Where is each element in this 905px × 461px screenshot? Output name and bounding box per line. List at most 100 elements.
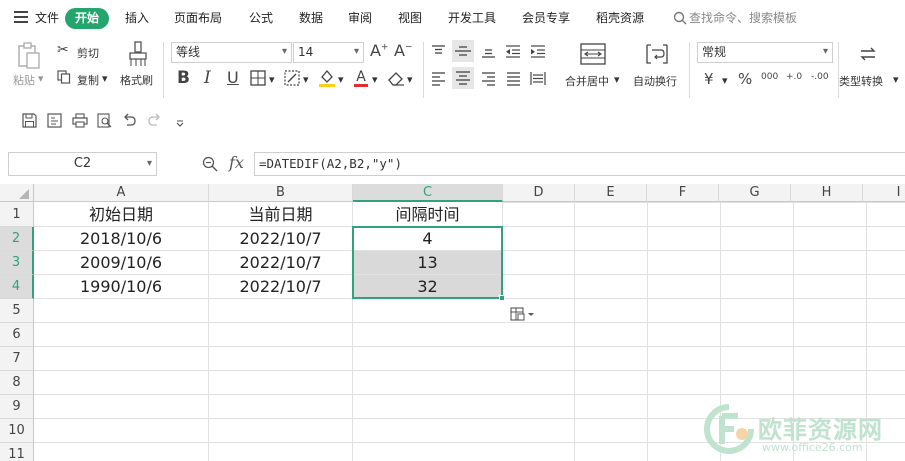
menu-file[interactable]: 文件 [35, 10, 59, 26]
row-header-8[interactable]: 8 [0, 371, 34, 395]
row-header-4[interactable]: 4 [0, 275, 34, 299]
column-header-f[interactable]: F [647, 184, 719, 202]
font-size-select[interactable]: 14 ▾ [293, 42, 364, 63]
increase-decimal-button[interactable]: +.0 [786, 72, 802, 82]
distributed-align-icon[interactable] [530, 71, 546, 86]
cell-b4[interactable]: 2022/10/7 [209, 275, 353, 299]
tab-review[interactable]: 审阅 [348, 10, 372, 26]
decrease-decimal-button[interactable]: -.00 [811, 72, 829, 82]
cell-style-dropdown-icon[interactable]: ▾ [303, 73, 309, 86]
font-color-icon[interactable]: A [353, 68, 369, 88]
tab-insert[interactable]: 插入 [125, 10, 149, 26]
cut-button[interactable]: 剪切 [77, 45, 99, 61]
row-header-5[interactable]: 5 [0, 299, 34, 323]
column-header-e[interactable]: E [575, 184, 647, 202]
cell-a3[interactable]: 2009/10/6 [34, 251, 209, 275]
row-header-1[interactable]: 1 [0, 202, 34, 227]
italic-button[interactable]: I [204, 70, 211, 87]
fill-color-dropdown-icon[interactable]: ▾ [338, 73, 344, 86]
cell-b1[interactable]: 当前日期 [209, 202, 353, 227]
row-header-11[interactable]: 11 [0, 443, 34, 461]
merge-dropdown-icon[interactable]: ▾ [614, 73, 620, 86]
row-header-6[interactable]: 6 [0, 323, 34, 347]
tab-docer-resources[interactable]: 稻壳资源 [596, 10, 644, 26]
eraser-dropdown-icon[interactable]: ▾ [407, 73, 413, 86]
borders-icon[interactable] [250, 70, 266, 86]
number-format-select[interactable]: 常规 ▾ [697, 42, 833, 63]
scissors-icon[interactable]: ✂ [57, 43, 69, 57]
decrease-font-size-icon[interactable]: A− [394, 43, 413, 59]
type-convert-icon[interactable] [857, 43, 879, 65]
align-bottom-icon[interactable] [481, 44, 496, 59]
cell-style-icon[interactable] [284, 70, 300, 86]
increase-font-size-icon[interactable]: A+ [370, 43, 389, 59]
thousands-separator-button[interactable]: 000 [761, 72, 778, 82]
paste-icon[interactable] [17, 42, 41, 70]
tab-page-layout[interactable]: 页面布局 [174, 10, 222, 26]
font-color-dropdown-icon[interactable]: ▾ [372, 73, 378, 86]
font-name-select[interactable]: 等线 ▾ [171, 42, 292, 63]
align-top-icon[interactable] [431, 44, 446, 59]
row-header-7[interactable]: 7 [0, 347, 34, 371]
row-header-2[interactable]: 2 [0, 227, 34, 251]
row-header-3[interactable]: 3 [0, 251, 34, 275]
command-search[interactable]: 查找命令、搜索模板 [689, 10, 797, 26]
currency-button[interactable]: ¥ [704, 72, 714, 87]
cell-c4[interactable]: 32 [353, 275, 503, 299]
merge-center-icon[interactable] [580, 43, 606, 65]
select-all-corner[interactable] [0, 184, 34, 202]
wrap-text-icon[interactable] [645, 43, 669, 65]
column-header-c[interactable]: C [353, 184, 503, 202]
cell-a2[interactable]: 2018/10/6 [34, 227, 209, 251]
justify-icon[interactable] [506, 71, 521, 86]
export-pdf-icon[interactable] [47, 113, 62, 128]
insert-function-button[interactable]: fx [229, 153, 244, 172]
tab-formulas[interactable]: 公式 [249, 10, 273, 26]
customize-toolbar-icon[interactable] [175, 115, 185, 127]
fill-color-icon[interactable] [318, 68, 336, 88]
increase-indent-icon[interactable] [530, 44, 546, 59]
type-convert-button[interactable]: 类型转换 [839, 73, 883, 89]
format-painter-button[interactable]: 格式刷 [120, 72, 153, 88]
type-convert-dropdown-icon[interactable]: ▾ [893, 73, 899, 86]
paste-dropdown-icon[interactable]: ▾ [38, 72, 44, 85]
paste-button[interactable]: 粘贴 [13, 72, 35, 88]
column-header-a[interactable]: A [34, 184, 209, 202]
column-header-d[interactable]: D [503, 184, 575, 202]
cell-b2[interactable]: 2022/10/7 [209, 227, 353, 251]
bold-button[interactable]: B [177, 70, 190, 87]
cell-c1[interactable]: 间隔时间 [353, 202, 503, 227]
fill-handle[interactable] [499, 295, 505, 301]
name-box[interactable]: C2 ▾ [8, 152, 157, 176]
print-preview-icon[interactable] [97, 113, 112, 128]
align-left-icon[interactable] [431, 71, 446, 86]
eraser-icon[interactable] [387, 70, 405, 86]
undo-icon[interactable] [122, 113, 137, 128]
cell-a4[interactable]: 1990/10/6 [34, 275, 209, 299]
underline-button[interactable]: U [227, 70, 239, 86]
redo-icon[interactable] [147, 113, 162, 128]
percent-button[interactable]: % [738, 72, 752, 87]
hamburger-menu-icon[interactable] [14, 11, 28, 23]
search-icon[interactable] [673, 10, 687, 26]
fill-options-icon[interactable] [509, 305, 537, 323]
align-center-icon[interactable] [452, 67, 474, 89]
column-header-i[interactable]: I [863, 184, 905, 202]
column-header-h[interactable]: H [791, 184, 863, 202]
tab-data[interactable]: 数据 [299, 10, 323, 26]
tab-view[interactable]: 视图 [398, 10, 422, 26]
cell-a1[interactable]: 初始日期 [34, 202, 209, 227]
merge-center-button[interactable]: 合并居中 [565, 73, 609, 89]
formula-input[interactable]: =DATEDIF(A2,B2,"y") [254, 152, 905, 176]
copy-dropdown-icon[interactable]: ▾ [102, 72, 108, 85]
borders-dropdown-icon[interactable]: ▾ [269, 73, 275, 86]
align-middle-icon[interactable] [452, 40, 474, 62]
cell-c3[interactable]: 13 [353, 251, 503, 275]
copy-icon[interactable] [57, 70, 71, 84]
tab-developer[interactable]: 开发工具 [448, 10, 496, 26]
print-icon[interactable] [72, 113, 88, 128]
zoom-formula-icon[interactable] [202, 156, 218, 172]
tab-member[interactable]: 会员专享 [522, 10, 570, 26]
save-icon[interactable] [22, 113, 37, 128]
cell-c2[interactable]: 4 [353, 227, 503, 251]
